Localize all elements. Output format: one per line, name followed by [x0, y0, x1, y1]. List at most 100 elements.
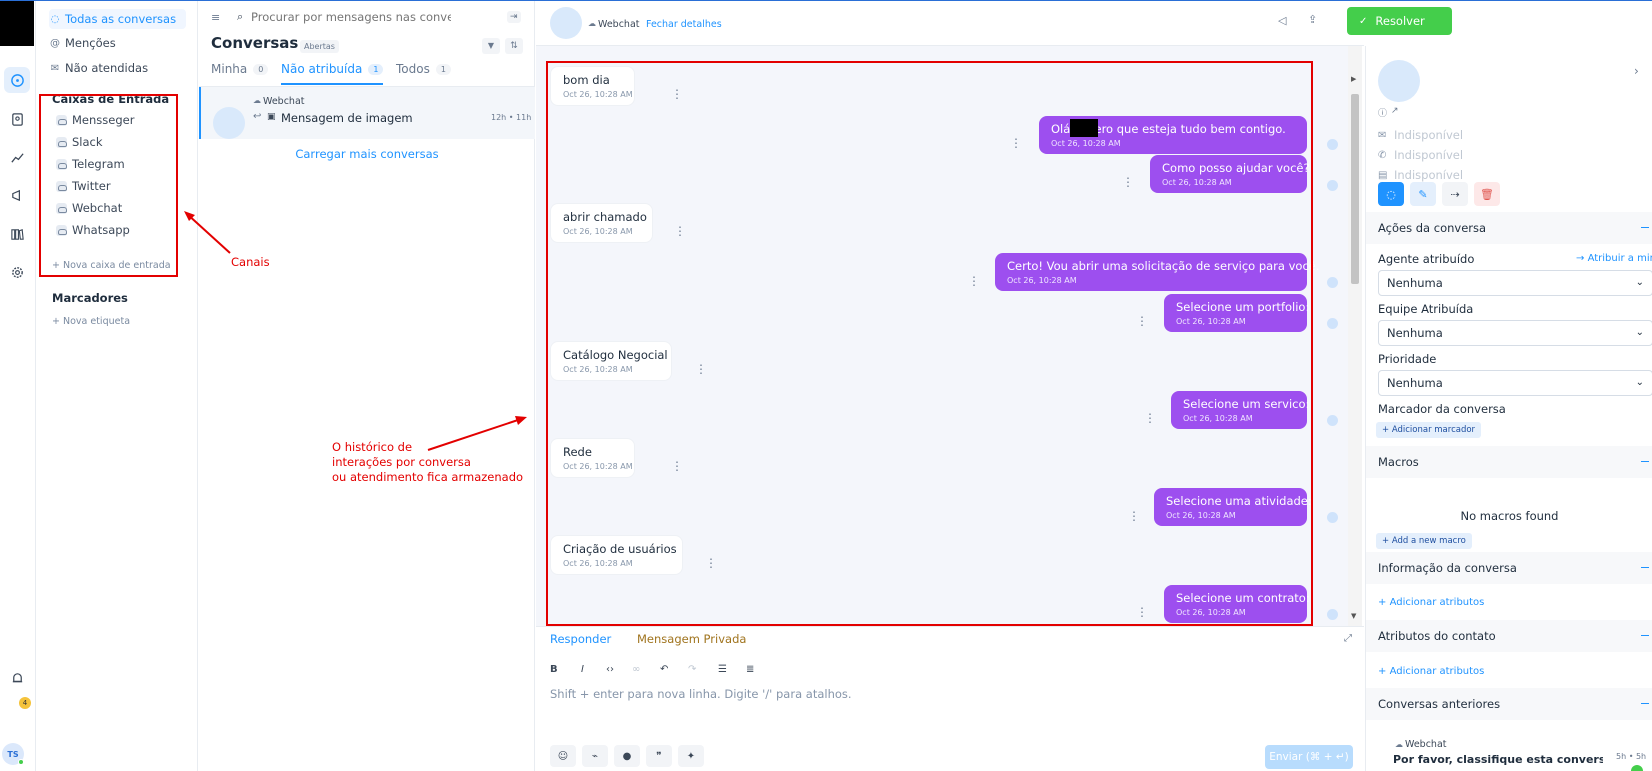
cloud-icon: ☁ — [253, 96, 261, 105]
status-filter-pill[interactable]: Abertas — [300, 40, 339, 53]
labels-heading: Marcadores — [52, 291, 128, 305]
add-tag-button[interactable]: + Adicionar marcador — [1376, 422, 1482, 438]
share-icon[interactable]: ⇪ — [1308, 13, 1317, 26]
email-icon: ✉ — [1378, 129, 1387, 141]
bullet-list-icon[interactable]: ☰ — [718, 664, 727, 675]
scroll-down-icon[interactable]: ▼ — [1351, 612, 1356, 620]
mail-icon: ✉ — [50, 62, 60, 74]
send-button[interactable]: Enviar (⌘ + ↵) — [1265, 745, 1353, 769]
contacts-icon[interactable] — [4, 106, 30, 132]
previous-conversation-preview[interactable]: Por favor, classifique esta conversa, ..… — [1393, 753, 1603, 766]
message-scrollbar[interactable]: ▶ ▼ — [1348, 46, 1362, 626]
contact-panel: › ⓘ ↗ ✉ Indisponível ✆ Indisponível ▤ Indis… — [1365, 46, 1652, 771]
tab-all[interactable]: Todos 1 — [396, 62, 451, 76]
load-more-link[interactable]: Carregar mais conversas — [199, 147, 535, 161]
link-icon[interactable]: ∞ — [632, 664, 640, 675]
annotation-history-1: O histórico de — [332, 440, 413, 454]
collapse-icon[interactable]: ⇥ — [507, 11, 521, 23]
tab-mine[interactable]: Minha 0 — [211, 62, 269, 76]
message-input[interactable]: Shift + enter para nova linha. Digite '/… — [550, 687, 852, 701]
close-details-link[interactable]: Fechar detalhes — [646, 19, 722, 30]
assigned-agent-select[interactable]: Nenhuma ⌄ — [1378, 270, 1652, 296]
assigned-team-select[interactable]: Nenhuma ⌄ — [1378, 320, 1652, 346]
quote-icon[interactable]: ❞ — [646, 745, 672, 767]
priority-label: Prioridade — [1378, 352, 1437, 366]
undo-icon[interactable]: ↶ — [660, 664, 668, 675]
sort-icon[interactable]: ⇅ — [505, 38, 523, 54]
delivered-icon — [1327, 180, 1338, 191]
section-conversation-actions[interactable]: Ações da conversa — [1366, 212, 1652, 244]
add-contact-attributes-link[interactable]: + Adicionar atributos — [1378, 666, 1484, 677]
contact-panel-avatar — [1378, 60, 1420, 102]
section-previous-conversations[interactable]: Conversas anteriores — [1366, 688, 1652, 720]
conversations-icon[interactable] — [4, 67, 30, 93]
edit-contact-button[interactable]: ✎ — [1410, 182, 1436, 206]
contact-company: ▤ Indisponível — [1378, 168, 1464, 182]
emoji-icon[interactable]: ☺ — [550, 745, 576, 767]
merge-contact-button[interactable]: ⇢ — [1442, 182, 1468, 206]
chevron-down-icon: ⌄ — [1635, 377, 1644, 388]
annotation-box-history — [546, 61, 1313, 626]
filter-icon[interactable]: ▼ — [482, 38, 500, 54]
delivered-icon — [1327, 318, 1338, 329]
add-macro-button[interactable]: + Add a new macro — [1376, 533, 1472, 549]
annotation-arrow-history — [427, 416, 527, 451]
page-title: Conversas — [211, 34, 299, 52]
chat-contact-avatar — [550, 7, 582, 39]
search-input[interactable] — [251, 10, 451, 24]
mute-icon[interactable]: ◁ — [1278, 14, 1286, 27]
italic-icon[interactable]: I — [581, 664, 584, 675]
cloud-icon: ☁ — [588, 19, 596, 28]
contact-email: ✉ Indisponível — [1378, 128, 1464, 142]
priority-select[interactable]: Nenhuma ⌄ — [1378, 370, 1652, 396]
section-conversation-info[interactable]: Informação da conversa — [1366, 552, 1652, 584]
external-link-icon[interactable]: ↗ — [1391, 106, 1399, 116]
code-icon[interactable]: ‹› — [606, 664, 614, 675]
sidebar-item-all-conversations[interactable]: ◌ Todas as conversas — [49, 9, 187, 29]
sidebar-item-unattended[interactable]: ✉ Não atendidas — [49, 58, 148, 78]
phone-icon: ✆ — [1378, 149, 1387, 161]
annotation-box-channels — [39, 94, 178, 277]
campaigns-icon[interactable] — [4, 182, 30, 208]
at-icon: @ — [50, 37, 60, 49]
library-icon[interactable] — [4, 221, 30, 247]
section-contact-attributes[interactable]: Atributos do contato — [1366, 620, 1652, 652]
chevron-right-icon[interactable]: › — [1634, 64, 1639, 78]
expand-icon[interactable]: ⤢ — [1344, 633, 1352, 644]
conversation-card[interactable]: ☁ Webchat ↩ ▣ Mensagem de imagem 12h • 1… — [199, 87, 535, 139]
delivered-icon — [1327, 609, 1338, 620]
attach-icon[interactable]: ⌁ — [582, 745, 608, 767]
annotation-history-3: ou atendimento fica armazenado — [332, 470, 524, 484]
sidebar-item-mentions[interactable]: @ Menções — [49, 33, 116, 53]
chevron-down-icon: ⌄ — [1635, 277, 1644, 288]
bold-icon[interactable]: B — [550, 664, 558, 675]
new-message-button[interactable]: ◌ — [1378, 182, 1404, 206]
scrollbar-thumb[interactable] — [1351, 94, 1359, 284]
add-conversation-attributes-link[interactable]: + Adicionar atributos — [1378, 597, 1484, 608]
header-inbox-name: Webchat — [598, 19, 640, 30]
notifications-icon[interactable] — [4, 665, 30, 691]
delete-contact-button[interactable]: 🗑 — [1474, 182, 1500, 206]
card-inbox-name: Webchat — [263, 96, 305, 107]
delivered-icon — [1327, 139, 1338, 150]
settings-icon[interactable] — [4, 259, 30, 285]
reports-icon[interactable] — [4, 144, 30, 170]
assign-to-me-link[interactable]: → Atribuir a mim — [1576, 253, 1652, 264]
resolve-button[interactable]: ✓ Resolver — [1347, 7, 1452, 35]
delivered-icon — [1327, 415, 1338, 426]
section-macros[interactable]: Macros — [1366, 446, 1652, 478]
tab-unassigned[interactable]: Não atribuída 1 — [281, 62, 384, 85]
reply-composer: Responder Mensagem Privada ⤢ B I ‹› ∞ ↶ … — [536, 626, 1364, 771]
redo-icon[interactable]: ↷ — [688, 664, 696, 675]
magic-wand-icon[interactable]: ✦ — [678, 745, 704, 767]
online-status-dot — [18, 759, 24, 765]
new-label-link[interactable]: + Nova etiqueta — [52, 316, 130, 327]
tab-private-note[interactable]: Mensagem Privada — [637, 632, 746, 646]
numbered-list-icon[interactable]: ≣ — [746, 664, 754, 675]
tab-reply[interactable]: Responder — [550, 632, 611, 646]
card-time: 12h • 11h — [491, 113, 532, 122]
info-icon[interactable]: ⓘ — [1378, 106, 1387, 119]
microphone-icon[interactable]: ● — [614, 745, 640, 767]
menu-icon[interactable]: ≡ — [211, 11, 220, 24]
scroll-up-icon[interactable]: ▶ — [1351, 75, 1356, 83]
